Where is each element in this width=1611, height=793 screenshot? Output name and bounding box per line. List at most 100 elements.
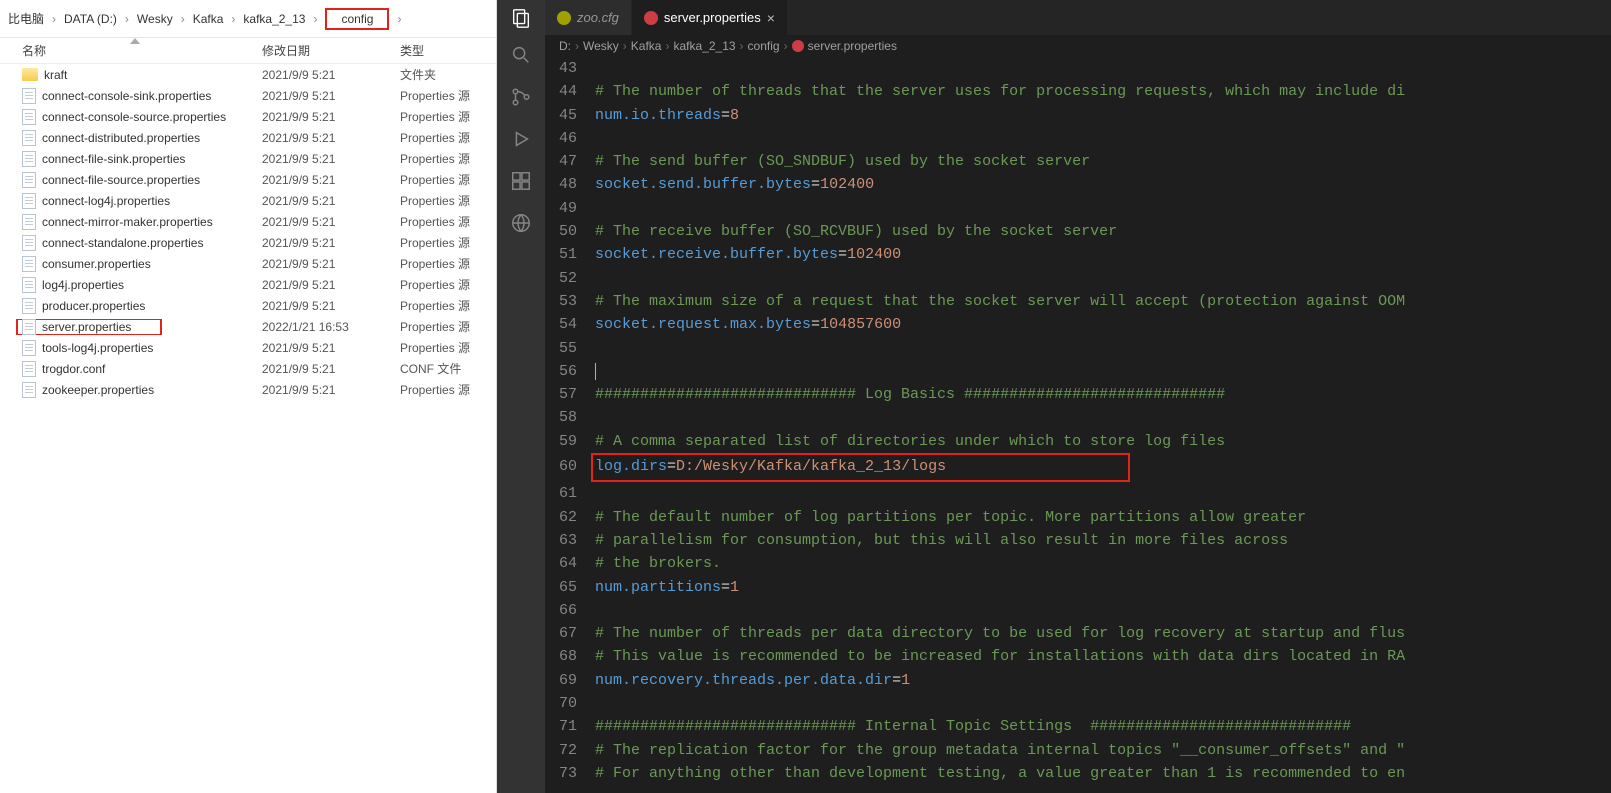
file-name: connect-file-source.properties (42, 173, 200, 187)
file-icon (22, 382, 36, 398)
explorer-icon[interactable] (509, 6, 533, 30)
file-row[interactable]: connect-log4j.properties2021/9/9 5:21Pro… (0, 190, 496, 211)
line-number: 44 (545, 80, 595, 103)
code-line[interactable]: 63# parallelism for consumption, but thi… (545, 529, 1597, 552)
code-line[interactable]: 62# The default number of log partitions… (545, 506, 1597, 529)
file-row[interactable]: tools-log4j.properties2021/9/9 5:21Prope… (0, 337, 496, 358)
col-header-name[interactable]: 名称 (0, 42, 262, 59)
line-number: 49 (545, 197, 595, 220)
line-number: 43 (545, 57, 595, 80)
code-line[interactable]: 72# The replication factor for the group… (545, 739, 1597, 762)
file-type: Properties 源 (400, 108, 496, 125)
col-header-date[interactable]: 修改日期 (262, 42, 400, 59)
crumb[interactable]: Kafka (631, 39, 662, 53)
col-header-type[interactable]: 类型 (400, 42, 496, 59)
file-icon (557, 11, 571, 25)
code-line[interactable]: 57############################# Log Basi… (545, 383, 1597, 406)
code-line[interactable]: 43 (545, 57, 1597, 80)
crumb-config[interactable]: config (325, 8, 389, 30)
file-name: consumer.properties (42, 257, 151, 271)
crumb[interactable]: DATA (D:) (60, 12, 121, 26)
code-line[interactable]: 50# The receive buffer (SO_RCVBUF) used … (545, 220, 1597, 243)
chevron-right-icon: › (575, 39, 579, 53)
crumb[interactable]: Kafka (189, 12, 228, 26)
chevron-right-icon: › (784, 39, 788, 53)
file-icon (22, 172, 36, 188)
code-line[interactable]: 69num.recovery.threads.per.data.dir=1 (545, 669, 1597, 692)
line-number: 61 (545, 482, 595, 505)
code-line[interactable]: 44# The number of threads that the serve… (545, 80, 1597, 103)
chevron-right-icon: › (393, 12, 405, 26)
file-row[interactable]: connect-distributed.properties2021/9/9 5… (0, 127, 496, 148)
file-row[interactable]: connect-file-source.properties 2021/9/9 5… (0, 169, 496, 190)
code-line[interactable]: 70 (545, 692, 1597, 715)
activity-bar (497, 0, 545, 35)
file-row[interactable]: zookeeper.properties2021/9/9 5:21Propert… (0, 379, 496, 400)
line-number: 48 (545, 173, 595, 196)
file-row[interactable]: connect-mirror-maker.properties2021/9/9 … (0, 211, 496, 232)
crumb[interactable]: server.properties (808, 39, 897, 53)
extensions-icon[interactable] (509, 169, 533, 193)
file-name: trogdor.conf (42, 362, 105, 376)
file-row[interactable]: connect-console-source.properties2021/9/… (0, 106, 496, 127)
file-type: Properties 源 (400, 297, 496, 314)
file-row[interactable]: connect-file-sink.properties2021/9/9 5:2… (0, 148, 496, 169)
chevron-right-icon: › (121, 12, 133, 26)
file-row[interactable]: kraft2021/9/9 5:21文件夹 (0, 64, 496, 85)
file-row[interactable]: connect-console-sink.properties2021/9/9 … (0, 85, 496, 106)
crumb[interactable]: kafka_2_13 (239, 12, 309, 26)
tab-server-properties[interactable]: server.properties × (632, 0, 788, 35)
crumb[interactable]: kafka_2_13 (673, 39, 735, 53)
code-line[interactable]: 46 (545, 127, 1597, 150)
code-line[interactable]: 66 (545, 599, 1597, 622)
crumb[interactable]: 比电脑 (4, 10, 48, 27)
code-line[interactable]: 53# The maximum size of a request that t… (545, 290, 1597, 313)
file-date: 2022/1/21 16:53 (262, 320, 400, 334)
crumb[interactable]: Wesky (133, 12, 177, 26)
crumb[interactable]: config (748, 39, 780, 53)
code-line[interactable]: 71############################# Internal… (545, 715, 1597, 738)
code-line[interactable]: 59# A comma separated list of directorie… (545, 430, 1597, 453)
code-line[interactable]: 51socket.receive.buffer.bytes=102400 (545, 243, 1597, 266)
code-line[interactable]: 58 (545, 406, 1597, 429)
search-icon[interactable] (509, 43, 533, 67)
line-number: 57 (545, 383, 595, 406)
code-line[interactable]: 45num.io.threads=8 (545, 104, 1597, 127)
chevron-right-icon: › (665, 39, 669, 53)
code-line[interactable]: 64# the brokers. (545, 552, 1597, 575)
file-row[interactable]: server.properties2022/1/21 16:53Properti… (0, 316, 496, 337)
code-line[interactable]: 56 (545, 360, 1597, 383)
code-line[interactable]: 68# This value is recommended to be incr… (545, 645, 1597, 668)
file-row[interactable]: consumer.properties2021/9/9 5:21Properti… (0, 253, 496, 274)
crumb[interactable]: D: (559, 39, 571, 53)
file-row[interactable]: connect-standalone.properties2021/9/9 5:… (0, 232, 496, 253)
code-line[interactable]: 61 (545, 482, 1597, 505)
file-row[interactable]: producer.properties2021/9/9 5:21Properti… (0, 295, 496, 316)
crumb[interactable]: Wesky (583, 39, 619, 53)
remote-icon[interactable] (509, 211, 533, 235)
tab-zoo-cfg[interactable]: zoo.cfg (545, 0, 632, 35)
file-row[interactable]: trogdor.conf2021/9/9 5:21CONF 文件 (0, 358, 496, 379)
file-name: log4j.properties (42, 278, 124, 292)
close-icon[interactable]: × (767, 10, 775, 26)
code-editor[interactable]: 4344# The number of threads that the ser… (545, 57, 1597, 793)
code-line[interactable]: 52 (545, 267, 1597, 290)
file-date: 2021/9/9 5:21 (262, 173, 400, 187)
file-date: 2021/9/9 5:21 (262, 152, 400, 166)
code-line[interactable]: 54socket.request.max.bytes=104857600 (545, 313, 1597, 336)
code-line[interactable]: 47# The send buffer (SO_SNDBUF) used by … (545, 150, 1597, 173)
source-control-icon[interactable] (509, 85, 533, 109)
chevron-right-icon: › (227, 12, 239, 26)
line-number: 51 (545, 243, 595, 266)
code-line[interactable]: 49 (545, 197, 1597, 220)
code-line[interactable]: 65num.partitions=1 (545, 576, 1597, 599)
file-icon (22, 214, 36, 230)
file-row[interactable]: log4j.properties2021/9/9 5:21Properties … (0, 274, 496, 295)
code-line[interactable]: 67# The number of threads per data direc… (545, 622, 1597, 645)
code-line[interactable]: 73# For anything other than development … (545, 762, 1597, 785)
code-line[interactable]: 48socket.send.buffer.bytes=102400 (545, 173, 1597, 196)
code-line[interactable]: 55 (545, 337, 1597, 360)
code-line[interactable]: 60log.dirs=D:/Wesky/Kafka/kafka_2_13/log… (545, 453, 1597, 482)
editor-scrollbar[interactable] (1597, 57, 1611, 793)
run-debug-icon[interactable] (509, 127, 533, 151)
